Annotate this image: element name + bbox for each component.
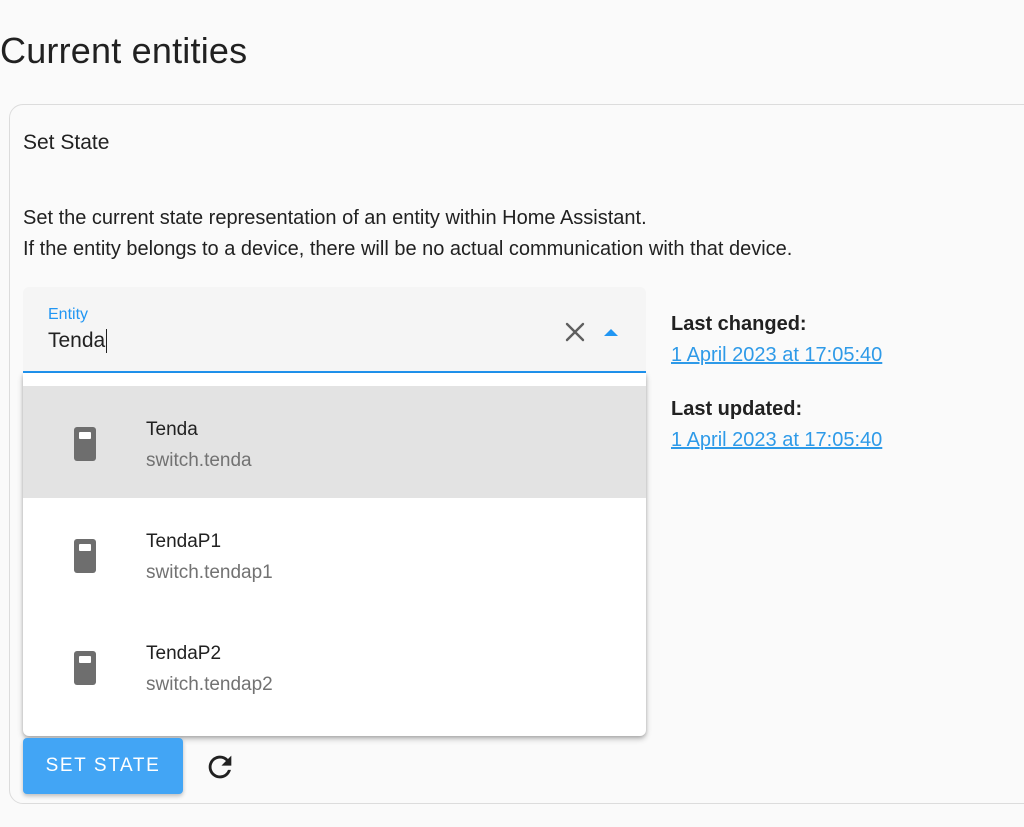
description-line-2: If the entity belongs to a device, there… [23, 238, 793, 260]
list-item[interactable]: TendaP2 switch.tendap2 [23, 610, 646, 722]
last-changed-link[interactable]: 1 April 2023 at 17:05:40 [671, 344, 882, 367]
last-updated-link[interactable]: 1 April 2023 at 17:05:40 [671, 429, 882, 452]
refresh-icon[interactable] [203, 750, 237, 784]
entity-dropdown-list: Tenda switch.tenda TendaP1 switch.tendap… [23, 373, 646, 736]
card-title: Set State [23, 131, 110, 154]
entity-input[interactable]: Tenda [48, 326, 528, 356]
list-item[interactable]: TendaP1 switch.tendap1 [23, 498, 646, 610]
page-title: Current entities [0, 30, 248, 71]
list-item-name: TendaP2 [146, 643, 222, 664]
last-changed-label: Last changed: [671, 313, 807, 335]
list-item-entity-id: switch.tenda [146, 450, 252, 471]
entity-picker[interactable]: Entity Tenda [23, 287, 646, 373]
light-switch-icon [73, 650, 97, 686]
set-state-button[interactable]: SET STATE [23, 738, 183, 794]
menu-up-icon[interactable] [599, 320, 623, 344]
light-switch-icon [73, 538, 97, 574]
list-item-entity-id: switch.tendap2 [146, 674, 273, 695]
list-item-entity-id: switch.tendap1 [146, 562, 273, 583]
card-description: Set the current state representation of … [23, 203, 792, 265]
light-switch-icon [73, 426, 97, 462]
entity-field-label: Entity [48, 306, 89, 323]
list-item-name: TendaP1 [146, 531, 222, 552]
text-caret [106, 329, 108, 353]
last-updated-label: Last updated: [671, 398, 803, 420]
description-line-1: Set the current state representation of … [23, 207, 647, 229]
list-item[interactable]: Tenda switch.tenda [23, 386, 646, 498]
list-item-name: Tenda [146, 419, 198, 440]
close-icon[interactable] [563, 320, 587, 344]
entity-input-value: Tenda [48, 329, 106, 352]
